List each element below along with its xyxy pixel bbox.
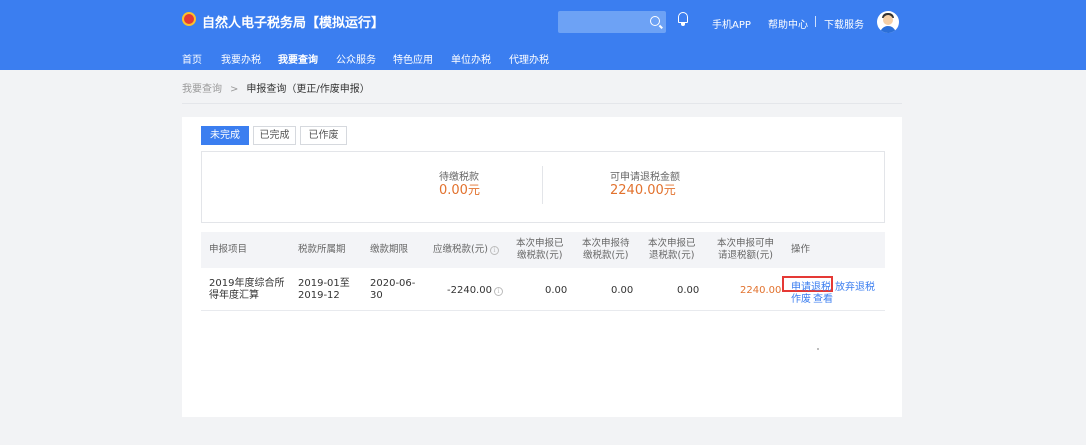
void-link[interactable]: 作废 xyxy=(791,290,811,305)
info-icon[interactable]: i xyxy=(489,246,499,255)
breadcrumb-current: 申报查询（更正/作废申报） xyxy=(246,84,370,95)
col-paid: 本次申报已 缴税款(元) xyxy=(516,238,564,262)
nav-public-services[interactable]: 公众服务 xyxy=(336,51,376,66)
tax-summary-box: 待缴税款 0.00元 可申请退税金额 2240.00元 xyxy=(201,151,885,223)
col-paid-line1: 本次申报已 xyxy=(516,238,564,249)
col-tax-payable: 应缴税款(元) i xyxy=(433,244,499,256)
col-refunded-line1: 本次申报已 xyxy=(648,238,696,249)
cell-tax-period: 2019-01至 2019-12 xyxy=(298,278,350,302)
cell-item-line1: 2019年度综合所 xyxy=(209,278,285,289)
col-to-pay: 本次申报待 缴税款(元) xyxy=(582,238,630,262)
nav-home[interactable]: 首页 xyxy=(182,51,202,66)
info-icon[interactable]: i xyxy=(493,287,503,296)
breadcrumb-parent[interactable]: 我要查询 xyxy=(182,84,222,95)
cell-declaration-item: 2019年度综合所 得年度汇算 xyxy=(209,278,284,302)
cell-deadline: 2020-06- 30 xyxy=(370,278,415,302)
table-row: 2019年度综合所 得年度汇算 2019-01至 2019-12 2020-06- 3… xyxy=(201,268,885,311)
cell-deadline-line2: 30 xyxy=(370,290,383,301)
tax-emblem-logo xyxy=(182,12,196,26)
col-payment-deadline: 缴款期限 xyxy=(370,244,409,255)
nav-tax-handling[interactable]: 我要办税 xyxy=(221,51,261,66)
cell-to-pay: 0.00 xyxy=(611,285,634,296)
tab-voided[interactable]: 已作废 xyxy=(300,126,347,145)
refund-unit: 元 xyxy=(663,183,676,197)
col-refundable-line2: 请退税额(元) xyxy=(718,250,773,261)
give-up-refund-link[interactable]: 放弃退税 xyxy=(835,278,875,293)
bell-icon[interactable] xyxy=(677,12,689,26)
mobile-app-link[interactable]: 手机APP xyxy=(712,16,751,31)
cell-paid: 0.00 xyxy=(545,285,568,296)
col-refundable: 本次申报可申 请退税额(元) xyxy=(717,238,774,262)
refund-value: 2240.00 xyxy=(610,183,664,198)
tax-due-unit: 元 xyxy=(467,183,480,197)
table-header: 申报项目 税款所属期 缴款期限 应缴税款(元) i 本次申报已 缴税款(元) 本次申… xyxy=(201,232,885,268)
tax-due-value: 0.00 xyxy=(439,183,468,198)
cell-refundable: 2240.00 xyxy=(740,285,782,296)
cell-item-line2: 得年度汇算 xyxy=(209,290,259,301)
col-refunded-line2: 退税款(元) xyxy=(649,250,695,261)
col-actions: 操作 xyxy=(791,244,811,255)
col-to-pay-line2: 缴税款(元) xyxy=(583,250,629,261)
breadcrumb-separator: > xyxy=(230,84,239,95)
breadcrumb: 我要查询 > 申报查询（更正/作废申报） xyxy=(182,80,370,95)
col-to-pay-line1: 本次申报待 xyxy=(582,238,630,249)
user-avatar[interactable] xyxy=(877,11,899,33)
download-service-link[interactable]: 下载服务 xyxy=(824,16,864,31)
cell-period-line2: 2019-12 xyxy=(298,290,340,301)
col-tax-payable-label: 应缴税款(元) xyxy=(433,244,488,255)
search-input[interactable] xyxy=(558,11,666,33)
view-link[interactable]: 查看 xyxy=(813,290,833,305)
header-divider xyxy=(815,16,816,27)
cell-period-line1: 2019-01至 xyxy=(298,278,350,289)
help-center-link[interactable]: 帮助中心 xyxy=(768,16,808,31)
summary-divider xyxy=(542,166,543,204)
cell-tax-payable-value: -2240.00 xyxy=(447,285,492,296)
top-header: 自然人电子税务局【模拟运行】 手机APP 帮助中心 下载服务 首页 我要办税 我… xyxy=(0,0,1086,70)
search-icon[interactable] xyxy=(650,16,660,26)
nav-agent-tax[interactable]: 代理办税 xyxy=(509,51,549,66)
cell-deadline-line1: 2020-06- xyxy=(370,278,416,289)
col-refundable-line1: 本次申报可申 xyxy=(717,238,775,249)
tab-completed[interactable]: 已完成 xyxy=(253,126,296,145)
nav-employer-tax[interactable]: 单位办税 xyxy=(451,51,491,66)
col-declaration-item: 申报项目 xyxy=(209,244,248,255)
tab-incomplete[interactable]: 未完成 xyxy=(201,126,249,145)
tax-due-amount: 0.00元 xyxy=(439,181,480,198)
cursor-dot xyxy=(817,348,819,350)
col-refunded: 本次申报已 退税款(元) xyxy=(648,238,696,262)
refund-amount: 2240.00元 xyxy=(610,181,676,198)
col-paid-line2: 缴税款(元) xyxy=(517,250,563,261)
breadcrumb-divider xyxy=(182,103,902,104)
cell-tax-payable: -2240.00 i xyxy=(447,285,503,297)
nav-query[interactable]: 我要查询 xyxy=(278,51,318,66)
cell-refunded: 0.00 xyxy=(677,285,700,296)
site-title[interactable]: 自然人电子税务局【模拟运行】 xyxy=(202,12,384,31)
col-tax-period: 税款所属期 xyxy=(298,244,346,255)
nav-featured-apps[interactable]: 特色应用 xyxy=(393,51,433,66)
